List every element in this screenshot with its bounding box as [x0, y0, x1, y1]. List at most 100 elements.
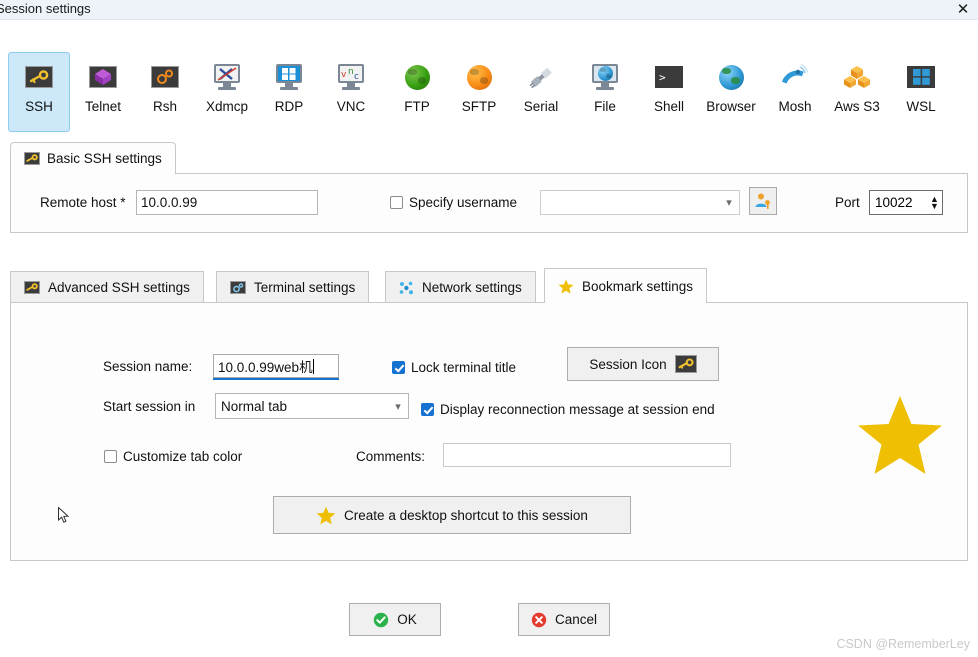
username-picker-button[interactable] [749, 187, 777, 215]
comments-label: Comments: [356, 449, 426, 464]
serial-plug-icon [525, 61, 557, 93]
green-check-icon [373, 612, 389, 628]
ssh-key-icon [24, 152, 40, 165]
session-type-file[interactable]: File [574, 52, 636, 132]
tab-label: Basic SSH settings [47, 151, 162, 166]
rdp-monitor-icon [273, 61, 305, 93]
customize-tab-color-checkbox[interactable]: Customize tab color [104, 449, 242, 464]
start-session-in-label: Start session in [103, 399, 196, 414]
cancel-button[interactable]: Cancel [518, 603, 610, 636]
wsl-windows-icon [905, 61, 937, 93]
tab-terminal-settings[interactable]: Terminal settings [216, 271, 370, 303]
chevron-down-icon: ▾ [726, 197, 732, 209]
session-type-label: Rsh [152, 99, 177, 114]
checkbox-box [104, 450, 117, 463]
spinner-arrows[interactable]: ▲ ▼ [927, 191, 942, 214]
comments-input[interactable] [443, 443, 731, 467]
close-icon[interactable]: ✕ [952, 0, 974, 19]
session-type-rdp[interactable]: RDP [258, 52, 320, 132]
mosh-satellite-icon [779, 61, 811, 93]
session-type-ssh[interactable]: SSH [8, 52, 70, 132]
text-caret [312, 358, 314, 374]
session-type-label: Telnet [84, 99, 122, 114]
checkbox-box [392, 361, 405, 374]
svg-text:v: v [341, 70, 347, 80]
settings-tab-row: Advanced SSH settings Terminal settings … [10, 268, 968, 303]
vnc-monitor-icon: vnc [335, 61, 367, 93]
create-desktop-shortcut-button[interactable]: Create a desktop shortcut to this sessio… [273, 496, 631, 534]
session-type-xdmcp[interactable]: Xdmcp [196, 52, 258, 132]
display-reconnection-message-checkbox[interactable]: Display reconnection message at session … [421, 402, 715, 417]
session-type-label: Aws S3 [834, 99, 880, 114]
session-type-label: File [594, 99, 616, 114]
session-type-label: Serial [523, 99, 559, 114]
tab-label: Terminal settings [254, 280, 356, 295]
session-type-aws-s3[interactable]: Aws S3 [826, 52, 888, 132]
session-type-label: Shell [653, 99, 685, 114]
star-icon [558, 279, 574, 294]
shortcut-button-label: Create a desktop shortcut to this sessio… [344, 507, 588, 523]
session-type-wsl[interactable]: WSL [890, 52, 952, 132]
lock-terminal-title-checkbox[interactable]: Lock terminal title [392, 360, 516, 375]
ftp-globe-icon [401, 61, 433, 93]
session-type-label: VNC [336, 99, 366, 114]
start-session-in-value: Normal tab [221, 398, 288, 414]
display-reconnection-label: Display reconnection message at session … [440, 402, 715, 417]
customize-tab-color-label: Customize tab color [123, 449, 243, 464]
session-type-rsh[interactable]: Rsh [134, 52, 196, 132]
session-icon-button[interactable]: Session Icon [567, 347, 719, 381]
tab-advanced-ssh-settings[interactable]: Advanced SSH settings [10, 271, 204, 303]
session-type-vnc[interactable]: vnc VNC [320, 52, 382, 132]
session-name-focus-underline [213, 378, 339, 380]
session-type-serial[interactable]: Serial [510, 52, 572, 132]
session-type-label: FTP [404, 99, 430, 114]
tab-label: Advanced SSH settings [48, 280, 190, 295]
ssh-key-icon [24, 281, 40, 294]
session-type-shell[interactable]: > Shell [638, 52, 700, 132]
remote-host-input[interactable]: 10.0.0.99 [136, 190, 318, 215]
xdmcp-monitor-icon [211, 61, 243, 93]
start-session-in-combobox[interactable]: Normal tab ▾ [215, 393, 409, 419]
port-spinner[interactable]: 10022 ▲ ▼ [869, 190, 943, 215]
red-x-icon [531, 612, 547, 628]
session-type-label: RDP [274, 99, 304, 114]
checkbox-box [390, 196, 403, 209]
session-type-telnet[interactable]: Telnet [72, 52, 134, 132]
sftp-globe-icon [463, 61, 495, 93]
lock-terminal-title-label: Lock terminal title [411, 360, 517, 375]
tab-basic-ssh-settings[interactable]: Basic SSH settings [10, 142, 176, 174]
specify-username-label: Specify username [409, 195, 518, 210]
session-type-ftp[interactable]: FTP [386, 52, 448, 132]
terminal-gear-icon [230, 281, 246, 294]
ok-button-label: OK [397, 612, 417, 627]
ssh-key-icon [23, 61, 55, 93]
tab-label: Bookmark settings [582, 278, 694, 294]
browser-globe-icon [715, 61, 747, 93]
window-title: Session settings [0, 1, 91, 16]
bookmark-settings-panel: Session name: 10.0.0.99web机 Lock termina… [10, 302, 968, 561]
network-dots-icon [399, 281, 414, 295]
specify-username-checkbox[interactable]: Specify username [390, 195, 517, 210]
chevron-down-icon: ▾ [395, 400, 401, 413]
checkbox-box [421, 403, 434, 416]
session-type-mosh[interactable]: Mosh [764, 52, 826, 132]
session-icon-button-label: Session Icon [589, 356, 667, 372]
username-combobox[interactable]: ▾ [540, 190, 740, 215]
session-type-sftp[interactable]: SFTP [448, 52, 510, 132]
chevron-down-icon[interactable]: ▼ [930, 201, 939, 210]
tab-network-settings[interactable]: Network settings [385, 271, 536, 303]
tab-bookmark-settings[interactable]: Bookmark settings [544, 268, 708, 303]
session-name-input[interactable]: 10.0.0.99web机 [213, 354, 339, 378]
star-icon [856, 394, 944, 478]
cancel-button-label: Cancel [554, 612, 598, 627]
aws-s3-cubes-icon [841, 61, 873, 93]
session-type-browser[interactable]: Browser [700, 52, 762, 132]
ok-button[interactable]: OK [349, 603, 441, 636]
user-key-icon [755, 193, 770, 209]
telnet-cube-icon [87, 61, 119, 93]
tab-label: Network settings [422, 280, 522, 295]
session-type-label: Xdmcp [205, 99, 249, 114]
port-value: 10022 [875, 195, 913, 210]
session-name-label: Session name: [103, 359, 193, 374]
svg-text:c: c [354, 72, 359, 81]
